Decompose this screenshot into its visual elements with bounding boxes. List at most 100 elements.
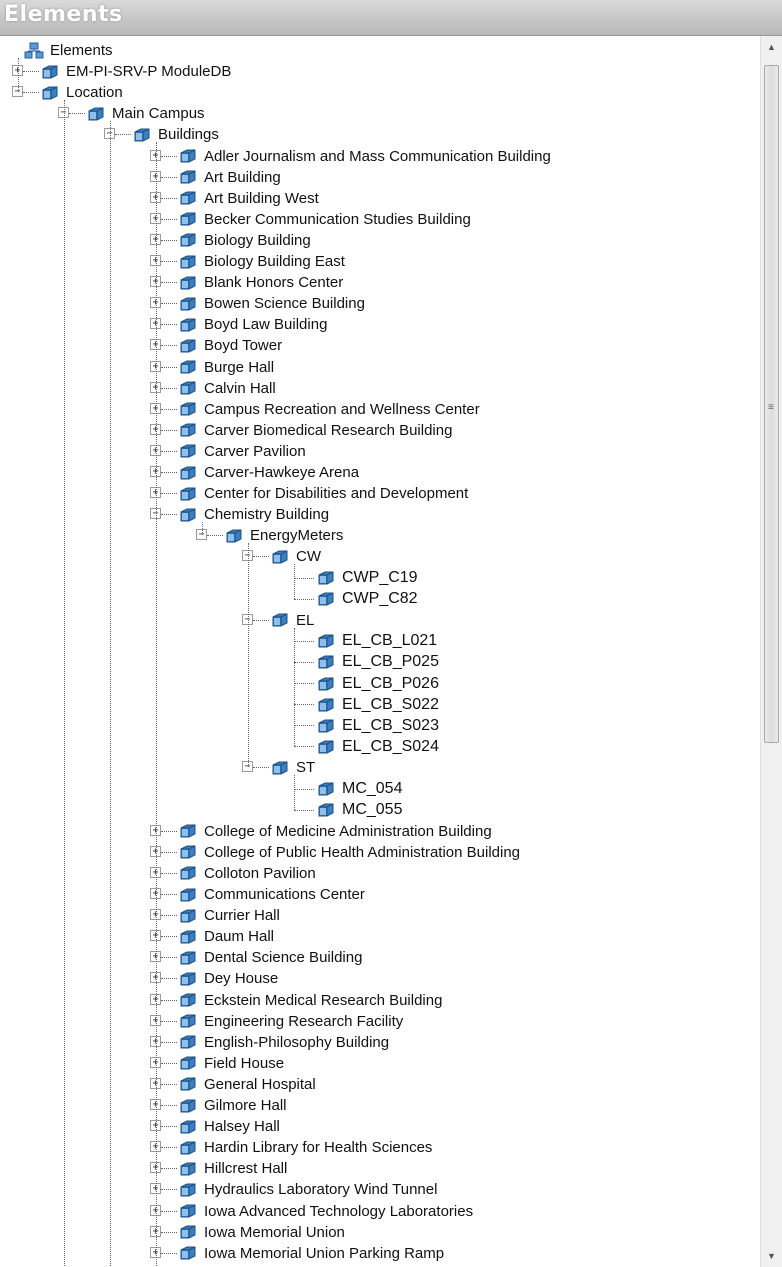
tree-node[interactable]: EL_CB_S024: [316, 736, 439, 757]
tree-root[interactable]: Elements: [24, 40, 113, 61]
tree-node[interactable]: Art Building: [178, 167, 281, 188]
tree-node[interactable]: Eckstein Medical Research Building: [178, 990, 442, 1011]
tree-node[interactable]: EL: [270, 610, 314, 631]
tree-root-label: Elements: [50, 42, 113, 59]
tree-node[interactable]: Hardin Library for Health Sciences: [178, 1137, 432, 1158]
tree-node[interactable]: Art Building West: [178, 188, 319, 209]
tree-connector: [161, 303, 177, 305]
tree-connector: [253, 767, 269, 769]
tree-node[interactable]: Blank Honors Center: [178, 272, 343, 293]
tree-node[interactable]: Center for Disabilities and Development: [178, 483, 468, 504]
tree-node[interactable]: Dental Science Building: [178, 947, 362, 968]
tree-connector: [161, 345, 177, 347]
tree-connector: [161, 1062, 177, 1064]
tree-node[interactable]: Carver Biomedical Research Building: [178, 420, 452, 441]
element-cube-icon: [180, 191, 196, 205]
tree-node[interactable]: English-Philosophy Building: [178, 1032, 389, 1053]
tree-node[interactable]: CWP_C19: [316, 568, 418, 589]
tree-node[interactable]: General Hospital: [178, 1074, 316, 1095]
element-cube-icon: [180, 402, 196, 416]
elements-root-icon: [24, 42, 44, 58]
element-tree[interactable]: Elements + EM-PI-SRV-P ModuleDB − Location −…: [0, 36, 760, 1267]
tree-node[interactable]: Daum Hall: [178, 926, 274, 947]
tree-node[interactable]: Carver Pavilion: [178, 441, 306, 462]
tree-node[interactable]: Field House: [178, 1053, 284, 1074]
tree-node[interactable]: Adler Journalism and Mass Communication …: [178, 146, 551, 167]
element-cube-icon: [180, 909, 196, 923]
tree-node[interactable]: Dey House: [178, 968, 278, 989]
scrollbar-thumb[interactable]: ≡: [764, 65, 779, 743]
tree-connector: [161, 1231, 177, 1233]
tree-node[interactable]: EL_CB_S022: [316, 694, 439, 715]
tree-node[interactable]: Iowa Memorial Union Parking Ramp: [178, 1243, 444, 1264]
tree-node[interactable]: Iowa Advanced Technology Laboratories: [178, 1201, 473, 1222]
tree-node-label: MC_054: [342, 780, 403, 797]
tree-node[interactable]: ST: [270, 757, 315, 778]
tree-node[interactable]: EL_CB_S023: [316, 715, 439, 736]
tree-node[interactable]: Location: [40, 82, 123, 103]
tree-node[interactable]: EL_CB_P025: [316, 652, 439, 673]
tree-node[interactable]: MC_055: [316, 800, 402, 821]
tree-node[interactable]: CW: [270, 546, 321, 567]
vertical-scrollbar[interactable]: ▲ ≡ ▼: [760, 36, 782, 1267]
tree-node-label: Art Building: [204, 168, 281, 186]
tree-node[interactable]: Buildings: [132, 124, 219, 145]
tree-node[interactable]: EL_CB_L021: [316, 631, 437, 652]
tree-node[interactable]: Boyd Tower: [178, 335, 282, 356]
tree-guide-line: [110, 121, 111, 1267]
scroll-down-arrow-icon[interactable]: ▼: [761, 1247, 782, 1265]
tree-node[interactable]: Gilmore Hall: [178, 1095, 287, 1116]
tree-node[interactable]: Carver-Hawkeye Arena: [178, 462, 359, 483]
tree-node-label: ST: [296, 759, 316, 777]
element-cube-icon: [272, 761, 288, 775]
tree-node[interactable]: Iowa Memorial Union: [178, 1222, 345, 1243]
tree-node[interactable]: Hydraulics Laboratory Wind Tunnel: [178, 1179, 437, 1200]
tree-node[interactable]: Biology Building East: [178, 251, 345, 272]
tree-node[interactable]: Boyd Law Building: [178, 314, 327, 335]
tree-node[interactable]: Colloton Pavilion: [178, 863, 316, 884]
tree-node[interactable]: Becker Communication Studies Building: [178, 209, 471, 230]
tree-node[interactable]: Bowen Science Building: [178, 293, 365, 314]
element-cube-icon: [272, 550, 288, 564]
tree-connector: [161, 1189, 177, 1191]
element-cube-icon: [180, 824, 196, 838]
tree-node[interactable]: Main Campus: [86, 103, 205, 124]
tree-node[interactable]: Campus Recreation and Wellness Center: [178, 399, 480, 420]
tree-node[interactable]: Chemistry Building: [178, 504, 329, 525]
tree-connector: [161, 387, 177, 389]
tree-node[interactable]: College of Medicine Administration Build…: [178, 821, 492, 842]
tree-node[interactable]: Engineering Research Facility: [178, 1011, 403, 1032]
tree-node-label: EL_CB_P026: [342, 674, 439, 692]
scroll-up-arrow-icon[interactable]: ▲: [761, 38, 782, 56]
tree-node[interactable]: CWP_C82: [316, 589, 418, 610]
tree-node[interactable]: College of Public Health Administration …: [178, 842, 520, 863]
tree-node[interactable]: Currier Hall: [178, 905, 280, 926]
tree-connector: [161, 999, 177, 1001]
tree-node[interactable]: MC_054: [316, 779, 402, 800]
tree-node-label: Boyd Tower: [204, 337, 283, 355]
tree-node-label: EM-PI-SRV-P ModuleDB: [66, 63, 232, 81]
tree-node[interactable]: Halsey Hall: [178, 1116, 280, 1137]
tree-node[interactable]: EnergyMeters: [224, 525, 343, 546]
tree-node[interactable]: Biology Building: [178, 230, 311, 251]
tree-connector: [23, 71, 39, 73]
tree-connector: [294, 725, 314, 727]
tree-node[interactable]: Hillcrest Hall: [178, 1158, 287, 1179]
tree-node-label: Iowa Advanced Technology Laboratories: [204, 1202, 474, 1220]
tree-connector: [161, 830, 177, 832]
tree-node[interactable]: EM-PI-SRV-P ModuleDB: [40, 61, 231, 82]
tree-connector: [161, 324, 177, 326]
tree-node[interactable]: EL_CB_P026: [316, 673, 439, 694]
element-cube-icon: [180, 1120, 196, 1134]
element-cube-icon: [180, 888, 196, 901]
tree-node-label: Burge Hall: [204, 358, 275, 376]
tree-node-label: Iowa Memorial Union Parking Ramp: [204, 1244, 445, 1262]
tree-node-label: Campus Recreation and Wellness Center: [204, 400, 480, 418]
tree-node[interactable]: Calvin Hall: [178, 378, 276, 399]
tree-node[interactable]: Communications Center: [178, 884, 365, 905]
tree-node[interactable]: Burge Hall: [178, 357, 274, 378]
tree-connector: [207, 535, 223, 537]
element-cube-icon: [180, 1204, 196, 1218]
tree-node-label: Bowen Science Building: [204, 295, 365, 313]
tree-connector: [161, 472, 177, 473]
